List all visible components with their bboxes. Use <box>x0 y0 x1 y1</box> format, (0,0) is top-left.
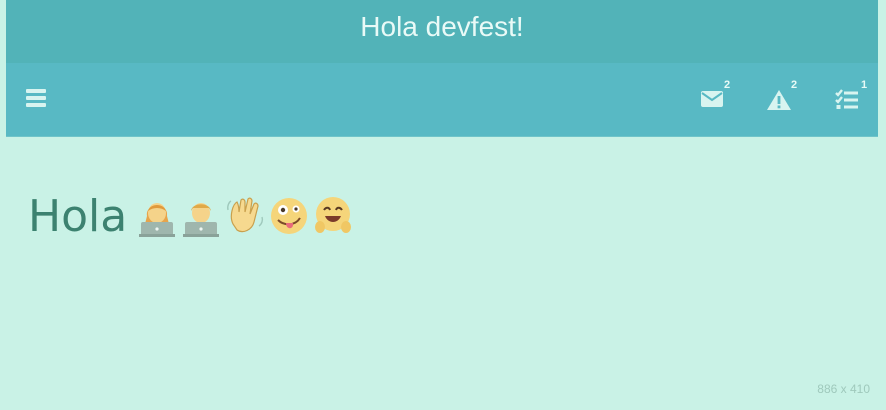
alerts-button[interactable]: 2 <box>766 79 800 115</box>
app-frame: Hola devfest! 2 2 1 Hola 886 x 410 <box>0 0 886 410</box>
man-technologist-icon <box>183 203 220 237</box>
hugging-face-icon <box>315 197 352 233</box>
tasks-badge: 1 <box>861 79 868 91</box>
zany-face-icon <box>271 198 308 234</box>
alerts-badge: 2 <box>791 79 798 91</box>
envelope-icon <box>701 91 723 107</box>
warning-icon <box>767 90 791 110</box>
tasks-icon <box>835 89 858 109</box>
app-title: Hola devfest! <box>360 10 524 42</box>
greeting-text: Hola <box>28 190 128 242</box>
messages-badge: 2 <box>724 79 731 91</box>
title-bar: Hola devfest! <box>6 0 878 63</box>
waving-hand-icon <box>227 197 264 233</box>
dimension-watermark: 886 x 410 <box>817 382 870 396</box>
navbar: 2 2 1 <box>6 63 878 137</box>
tasks-button[interactable]: 1 <box>835 79 869 115</box>
messages-button[interactable]: 2 <box>700 79 734 115</box>
greeting-line: Hola <box>28 186 357 246</box>
woman-technologist-icon <box>139 203 176 237</box>
hamburger-menu-icon[interactable] <box>26 89 48 109</box>
